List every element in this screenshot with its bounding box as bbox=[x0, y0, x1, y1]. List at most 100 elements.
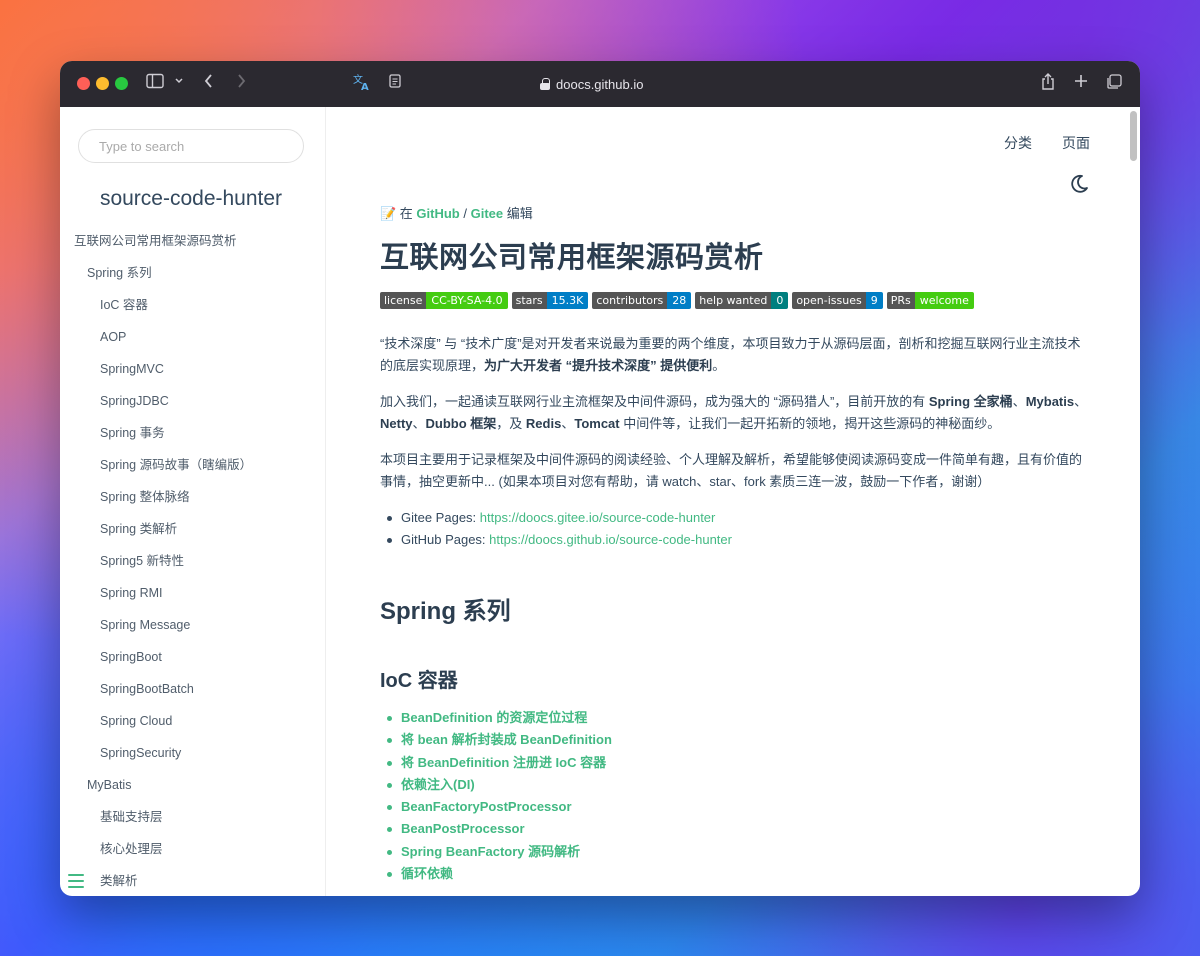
sidebar-item[interactable]: Spring 源码故事（瞎编版） bbox=[60, 453, 325, 485]
topic-link[interactable]: 将 BeanDefinition 注册进 IoC 容器 bbox=[401, 755, 606, 770]
sidebar-item[interactable]: 类解析 bbox=[60, 869, 325, 896]
sidebar-item[interactable]: 基础支持层 bbox=[60, 805, 325, 837]
nav-pages-link[interactable]: 页面 bbox=[1062, 133, 1090, 153]
sidebar-item[interactable]: SpringBoot bbox=[60, 645, 325, 677]
reader-mode-icon[interactable] bbox=[388, 73, 402, 95]
sidebar-item[interactable]: AOP bbox=[60, 325, 325, 357]
sidebar-item[interactable]: Spring 系列 bbox=[60, 261, 325, 293]
sidebar-item[interactable]: Spring RMI bbox=[60, 581, 325, 613]
badge-value: 0 bbox=[771, 292, 789, 309]
badge-help-wanted[interactable]: help wanted 0 bbox=[695, 292, 789, 309]
top-nav: 分类 页面 bbox=[1004, 133, 1090, 153]
badge-value: CC-BY-SA-4.0 bbox=[426, 292, 508, 309]
join-text-c: 、 bbox=[1012, 394, 1026, 409]
sidebar-item[interactable]: 核心处理层 bbox=[60, 837, 325, 869]
github-pages-link[interactable]: https://doocs.github.io/source-code-hunt… bbox=[489, 532, 732, 547]
nav-categories-link[interactable]: 分类 bbox=[1004, 133, 1032, 153]
join-text-e: 、 bbox=[412, 416, 426, 431]
badge-contributors[interactable]: contributors 28 bbox=[592, 292, 692, 309]
topics-list: BeanDefinition 的资源定位过程将 bean 解析封装成 BeanD… bbox=[380, 707, 1092, 885]
sidebar-item[interactable]: Spring 类解析 bbox=[60, 517, 325, 549]
sidebar-item[interactable]: IoC 容器 bbox=[60, 293, 325, 325]
badge-value: 28 bbox=[667, 292, 692, 309]
edit-separator: / bbox=[459, 206, 471, 221]
list-item: BeanDefinition 的资源定位过程 bbox=[380, 707, 1092, 729]
join-bold-spring: Spring 全家桶 bbox=[928, 394, 1013, 409]
sidebar-item[interactable]: Spring 整体脉络 bbox=[60, 485, 325, 517]
chevron-down-icon[interactable] bbox=[174, 73, 184, 95]
sidebar-item[interactable]: SpringBootBatch bbox=[60, 677, 325, 709]
topic-link[interactable]: 循环依赖 bbox=[401, 866, 453, 881]
badge-key: open-issues bbox=[792, 292, 866, 309]
maximize-window-button[interactable] bbox=[115, 77, 128, 90]
topic-link[interactable]: 依赖注入(DI) bbox=[401, 777, 475, 792]
link-label: Gitee Pages: bbox=[401, 510, 480, 525]
sidebar-item[interactable]: 互联网公司常用框架源码赏析 bbox=[60, 229, 325, 261]
sidebar-item[interactable]: Spring5 新特性 bbox=[60, 549, 325, 581]
subsection-heading: IoC 容器 bbox=[380, 670, 458, 692]
sidebar-item[interactable]: MyBatis bbox=[60, 773, 325, 805]
sidebar-item[interactable]: Spring Message bbox=[60, 613, 325, 645]
gitee-pages-link[interactable]: https://doocs.gitee.io/source-code-hunte… bbox=[480, 510, 716, 525]
app-name[interactable]: source-code-hunter bbox=[60, 187, 322, 211]
intro-bold: 为广大开发者 “提升技术深度” 提供便利 bbox=[484, 358, 713, 373]
badge-value: welcome bbox=[914, 292, 974, 309]
topic-link[interactable]: BeanPostProcessor bbox=[401, 821, 525, 836]
sidebar-toggle-icon[interactable] bbox=[146, 73, 164, 95]
pages-links-list: Gitee Pages: https://doocs.gitee.io/sour… bbox=[380, 507, 1092, 551]
topic-link[interactable]: BeanDefinition 的资源定位过程 bbox=[401, 710, 587, 725]
topic-link[interactable]: 将 bean 解析封装成 BeanDefinition bbox=[401, 732, 612, 747]
docs-sidebar: source-code-hunter 互联网公司常用框架源码赏析Spring 系… bbox=[60, 107, 326, 896]
intro-paragraph: “技术深度” 与 “技术广度”是对开发者来说最为重要的两个维度，本项目致力于从源… bbox=[380, 333, 1092, 377]
scrollbar[interactable] bbox=[1130, 111, 1137, 161]
edit-prefix: 📝 在 bbox=[380, 206, 417, 221]
share-icon[interactable] bbox=[1040, 73, 1056, 97]
join-text-d: 、 bbox=[1074, 394, 1088, 409]
sidebar-nav: 互联网公司常用框架源码赏析 Spring 系列 IoC 容器 AOP SpringMVC… bbox=[60, 229, 325, 896]
join-bold-tomcat: Tomcat bbox=[574, 416, 620, 431]
back-arrow-icon[interactable] bbox=[203, 73, 215, 95]
list-item: 依赖注入(DI) bbox=[380, 774, 1092, 796]
minimize-window-button[interactable] bbox=[96, 77, 109, 90]
edit-gitee-link[interactable]: Gitee bbox=[471, 206, 504, 221]
sidebar-item[interactable]: Spring Cloud bbox=[60, 709, 325, 741]
new-tab-icon[interactable] bbox=[1073, 73, 1089, 95]
join-bold-redis: Redis bbox=[525, 416, 562, 431]
menu-icon[interactable] bbox=[68, 874, 84, 888]
translate-icon[interactable]: 文A bbox=[353, 73, 371, 97]
list-item: BeanPostProcessor bbox=[380, 818, 1092, 840]
badge-license[interactable]: license CC-BY-SA-4.0 bbox=[380, 292, 508, 309]
badge-key: license bbox=[380, 292, 427, 309]
badge-key: PRs bbox=[886, 292, 915, 309]
sidebar-item[interactable]: SpringMVC bbox=[60, 357, 325, 389]
topic-link[interactable]: Spring BeanFactory 源码解析 bbox=[401, 844, 580, 859]
browser-toolbar: 文A doocs.github.io bbox=[60, 61, 1140, 107]
close-window-button[interactable] bbox=[77, 77, 90, 90]
page-title: 互联网公司常用框架源码赏析 bbox=[380, 242, 764, 274]
badge-open-issues[interactable]: open-issues 9 bbox=[792, 292, 883, 309]
badge-value: 15.3K bbox=[546, 292, 589, 309]
sidebar-item[interactable]: Spring 事务 bbox=[60, 421, 325, 453]
sidebar-item[interactable]: SpringJDBC bbox=[60, 389, 325, 421]
moon-icon[interactable] bbox=[1068, 173, 1090, 195]
search-input[interactable] bbox=[78, 129, 304, 163]
forward-arrow-icon[interactable] bbox=[235, 73, 247, 95]
badge-key: stars bbox=[511, 292, 547, 309]
list-item: 将 bean 解析封装成 BeanDefinition bbox=[380, 729, 1092, 751]
lock-icon bbox=[540, 78, 550, 90]
address-bar[interactable]: doocs.github.io bbox=[540, 73, 643, 95]
tab-overview-icon[interactable] bbox=[1105, 73, 1123, 97]
join-text-f: ，及 bbox=[496, 416, 526, 431]
badge-stars[interactable]: stars 15.3K bbox=[511, 292, 589, 309]
list-item: GitHub Pages: https://doocs.github.io/so… bbox=[380, 529, 1092, 551]
topic-link[interactable]: BeanFactoryPostProcessor bbox=[401, 799, 572, 814]
list-item: BeanFactoryPostProcessor bbox=[380, 796, 1092, 818]
edit-github-link[interactable]: GitHub bbox=[416, 206, 459, 221]
join-text-a: 加入我们，一起通读互联网行业主流框架及中间件源码，成为强大的 “源码猎人”，目前… bbox=[380, 394, 929, 409]
badge-key: help wanted bbox=[695, 292, 772, 309]
badge-PRs[interactable]: PRs welcome bbox=[886, 292, 974, 309]
join-bold-netty: Netty bbox=[380, 416, 413, 431]
join-text-g: 、 bbox=[561, 416, 575, 431]
svg-text:A: A bbox=[361, 82, 369, 91]
sidebar-item[interactable]: SpringSecurity bbox=[60, 741, 325, 773]
